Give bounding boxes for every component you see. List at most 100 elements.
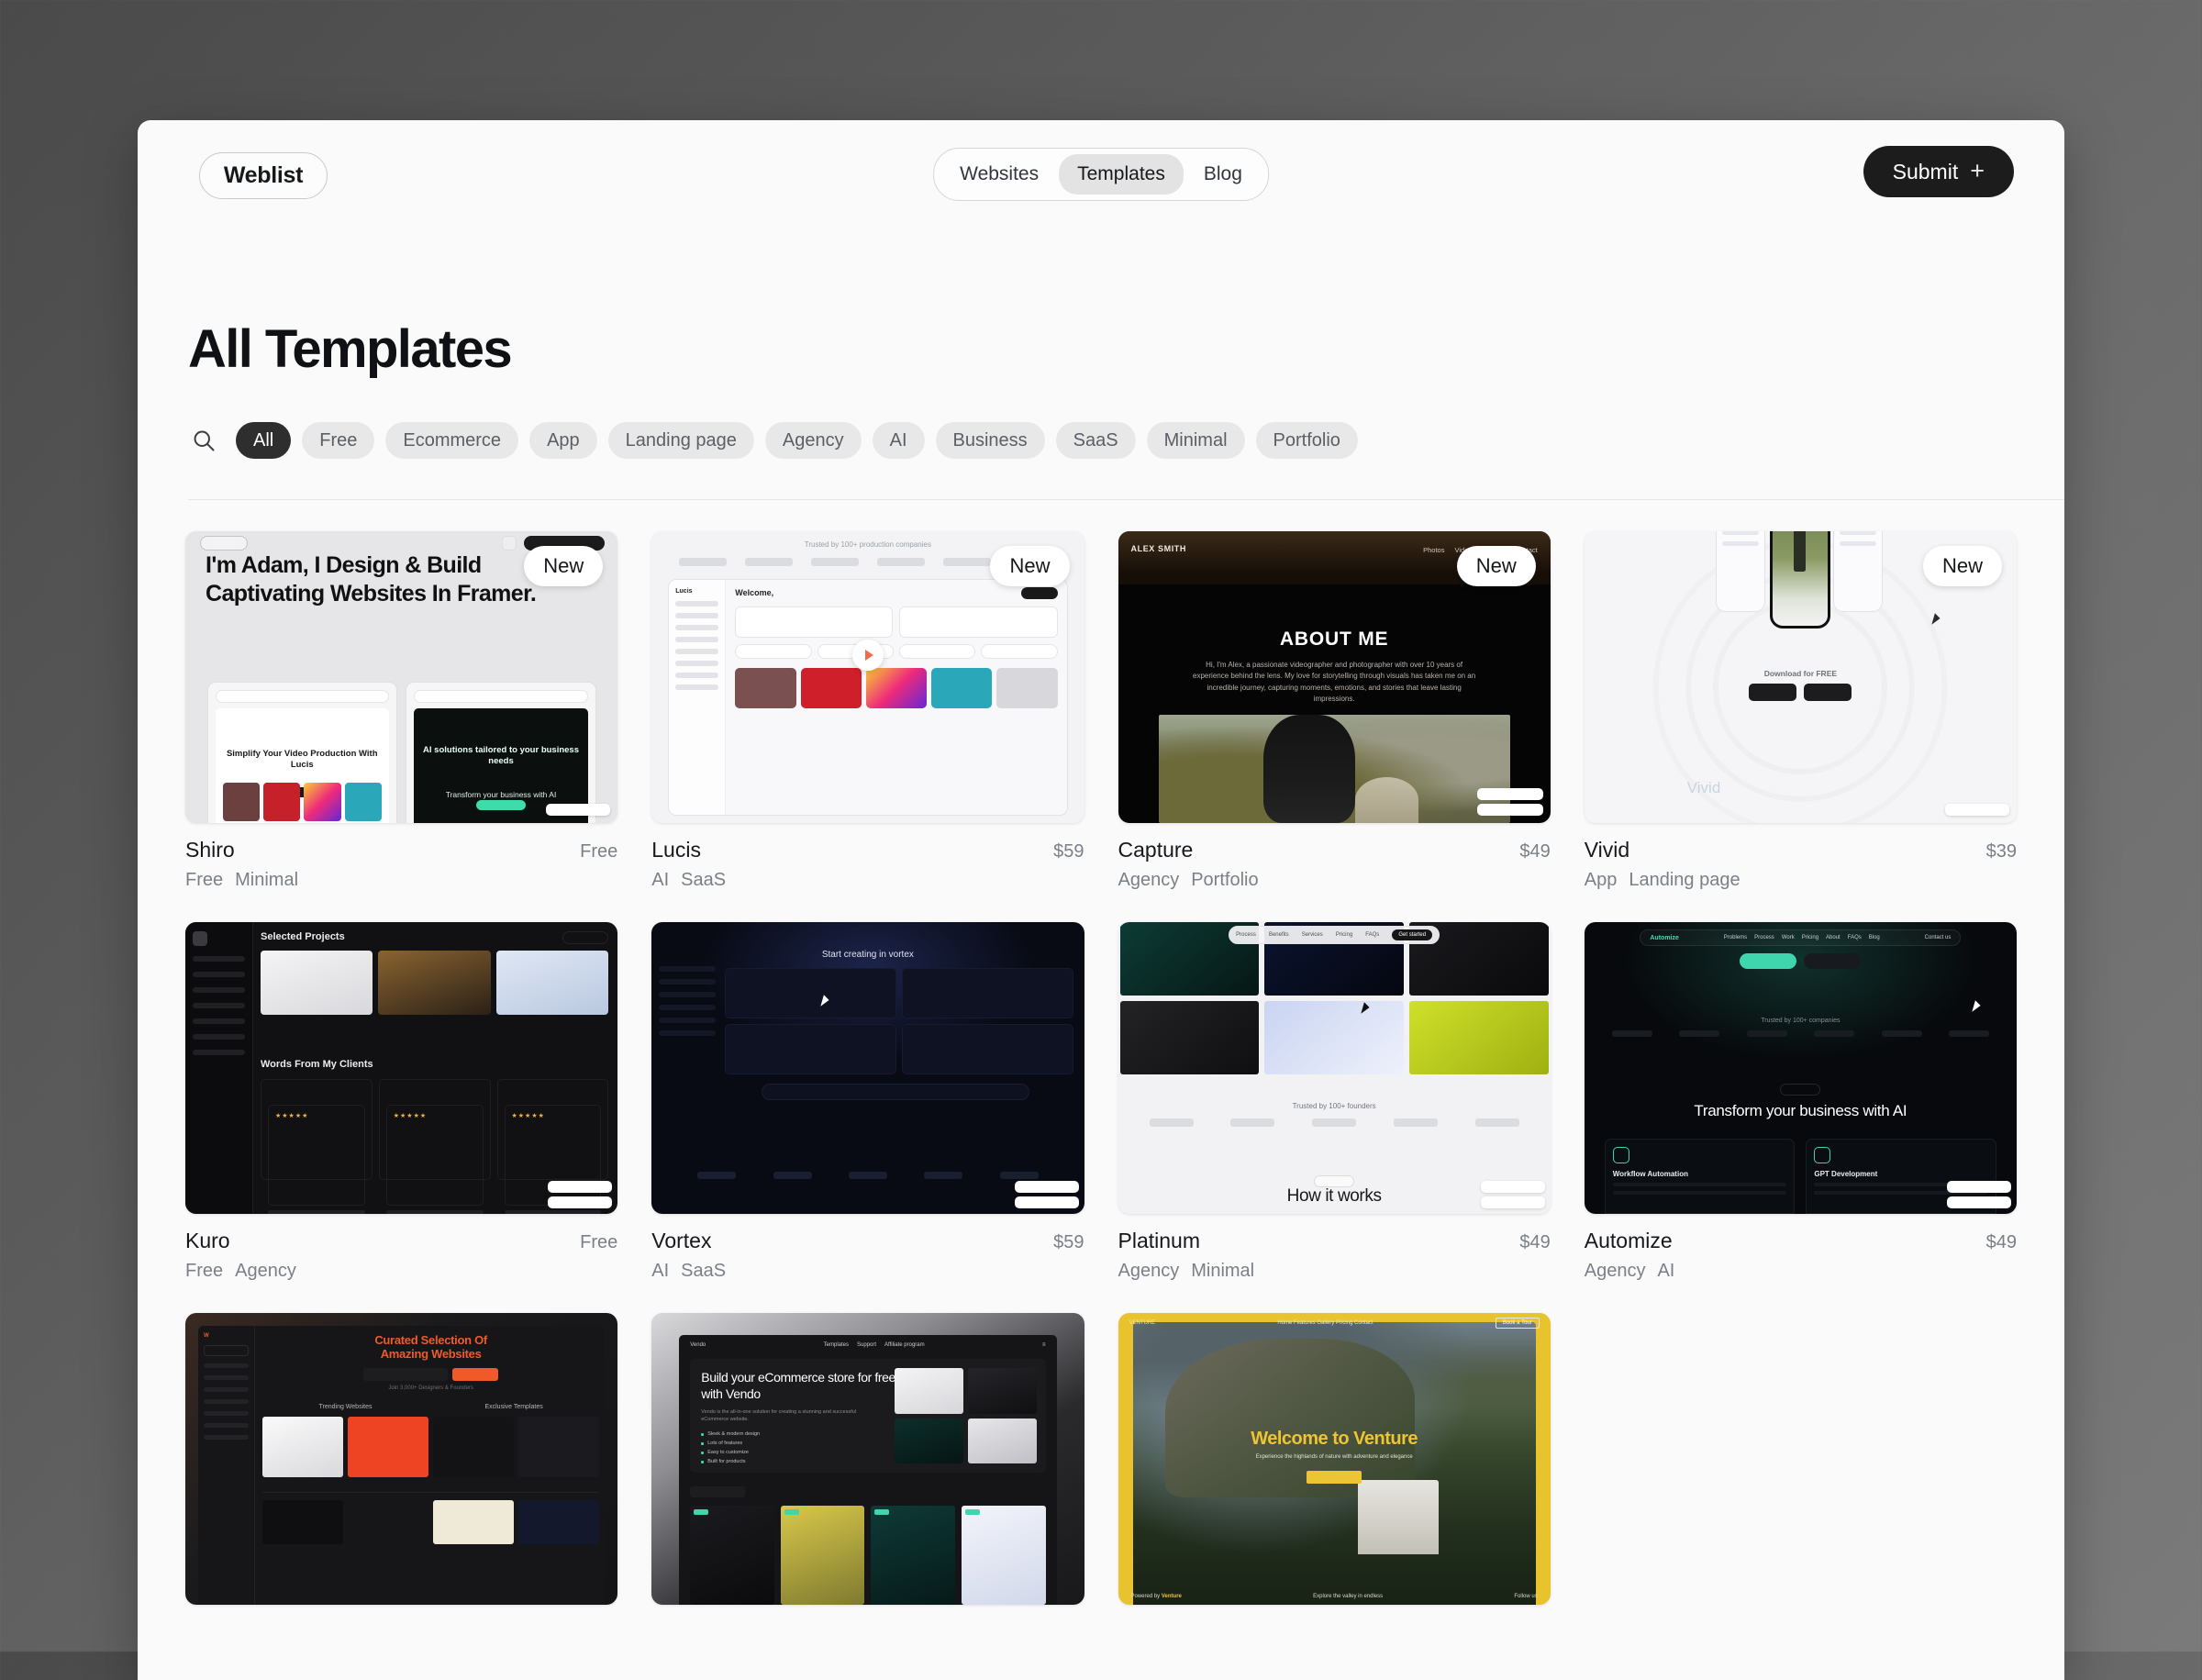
card-price: $59	[1053, 1232, 1084, 1253]
template-thumbnail[interactable]: VENTURE Home Features Gallery Pricing Co…	[1118, 1313, 1551, 1605]
template-thumbnail[interactable]: Start creating in vortex	[651, 922, 1084, 1214]
preview-square	[502, 536, 517, 551]
template-card-lucis[interactable]: New Trusted by 100+ production companies…	[651, 531, 1084, 891]
template-thumbnail[interactable]: New ALEX SMITH Photos Videos About Conta…	[1118, 531, 1551, 823]
template-card-vivid[interactable]: New Download for FREE	[1585, 531, 2017, 891]
buy-template-badge	[1015, 1181, 1079, 1193]
preview-tile	[1120, 1001, 1260, 1074]
preview-signup-row	[262, 1368, 599, 1381]
filter-chip-business[interactable]: Business	[936, 422, 1045, 459]
template-thumbnail[interactable]: Vendo Templates Support Affiliate progra…	[651, 1313, 1084, 1605]
preview-cta-button	[1307, 1471, 1362, 1484]
card-meta: Platinum $49	[1118, 1229, 1551, 1253]
preview-footer-buttons	[1015, 1181, 1079, 1208]
preview-logo	[1394, 1118, 1438, 1127]
template-card-row3-3[interactable]: VENTURE Home Features Gallery Pricing Co…	[1118, 1313, 1551, 1619]
preview-nav-item: Services	[1302, 932, 1323, 938]
filter-chip-app[interactable]: App	[529, 422, 597, 459]
template-thumbnail[interactable]: New Download for FREE	[1585, 531, 2017, 823]
template-card-shiro[interactable]: New I'm Adam, I Design & Build Captivati…	[185, 531, 617, 891]
preview-footer-buttons	[1477, 788, 1543, 816]
preview-card-grid	[725, 968, 1073, 1074]
preview-card	[725, 968, 896, 1018]
preview-line	[386, 1210, 484, 1214]
preview-nav-item	[659, 992, 716, 997]
brand-logo-weblist[interactable]: Weblist	[199, 152, 328, 199]
preview-subtext: Join 3,000+ Designers & Founders	[262, 1385, 599, 1391]
preview-nav-item: Affiliate program	[884, 1342, 925, 1348]
preview-logo: VENTURE	[1129, 1320, 1156, 1326]
preview-sidebar-title: Lucis	[675, 588, 718, 595]
preview-cta-secondary	[1804, 953, 1861, 969]
preview-footer-buttons	[1947, 1181, 2011, 1208]
preview-logo	[1747, 1030, 1787, 1037]
template-card-kuro[interactable]: Selected Projects Words From My Clients …	[185, 922, 617, 1282]
preview-sidebar	[185, 922, 253, 1214]
preview-logo	[1000, 1172, 1039, 1179]
preview-nav-item	[675, 673, 718, 678]
preview-footer-left-accent: Venture	[1162, 1594, 1182, 1599]
nav-item-blog[interactable]: Blog	[1185, 154, 1261, 195]
preview-chip	[899, 644, 975, 659]
filter-chip-agency[interactable]: Agency	[765, 422, 862, 459]
preview-nav-item	[659, 966, 716, 972]
filter-chip-saas[interactable]: SaaS	[1056, 422, 1136, 459]
preview-logo	[877, 558, 925, 566]
preview-logo	[773, 1172, 812, 1179]
search-icon[interactable]	[188, 425, 219, 456]
preview-logo	[1230, 1118, 1274, 1127]
preview-logo	[1475, 1118, 1519, 1127]
preview-nav-item: Support	[857, 1342, 876, 1348]
template-thumbnail[interactable]: W Curated Selection Of Amazing Websi	[185, 1313, 617, 1605]
filter-chip-landing-page[interactable]: Landing page	[608, 422, 754, 459]
filter-chip-ecommerce[interactable]: Ecommerce	[385, 422, 518, 459]
preview-logo-row	[1612, 1030, 1989, 1038]
preview-logo: Vendo	[690, 1342, 706, 1348]
preview-logo	[679, 558, 727, 566]
template-thumbnail[interactable]: Selected Projects Words From My Clients …	[185, 922, 617, 1214]
preview-card-row	[735, 606, 1057, 638]
preview-nav-item	[675, 601, 718, 606]
preview-trusted-text: Trusted by 100+ companies	[1585, 1018, 2017, 1024]
template-card-row3-1[interactable]: W Curated Selection Of Amazing Websi	[185, 1313, 617, 1619]
preview-testimonial: ★★★★★	[261, 1079, 373, 1180]
template-card-capture[interactable]: New ALEX SMITH Photos Videos About Conta…	[1118, 531, 1551, 891]
play-icon[interactable]	[852, 640, 884, 671]
filter-chip-portfolio[interactable]: Portfolio	[1256, 422, 1358, 459]
preview-card	[871, 1506, 955, 1605]
template-thumbnail[interactable]: New Trusted by 100+ production companies…	[651, 531, 1084, 823]
template-thumbnail[interactable]: Process Benefits Services Pricing FAQs G…	[1118, 922, 1551, 1214]
preview-tile	[735, 668, 795, 708]
nav-item-websites[interactable]: Websites	[941, 154, 1057, 195]
preview-nav-item	[675, 637, 718, 642]
preview-logo: Automize	[1650, 935, 1679, 941]
preview-template-strip	[735, 668, 1057, 708]
template-card-platinum[interactable]: Process Benefits Services Pricing FAQs G…	[1118, 922, 1551, 1282]
submit-button[interactable]: Submit +	[1863, 146, 2014, 197]
template-thumbnail[interactable]: New I'm Adam, I Design & Build Captivati…	[185, 531, 617, 823]
preview-logo	[1679, 1030, 1719, 1037]
template-card-automize[interactable]: Automize Problems Process Work Pricing A…	[1585, 922, 2017, 1282]
preview-sidebar: Lucis	[669, 580, 726, 815]
template-thumbnail[interactable]: Automize Problems Process Work Pricing A…	[1585, 922, 2017, 1214]
preview-label-2: Exclusive Templates	[484, 1404, 542, 1410]
preview-tile	[262, 1417, 343, 1477]
card-tag: Free	[185, 1261, 223, 1282]
filter-chip-all[interactable]: All	[236, 422, 291, 459]
nav-item-templates[interactable]: Templates	[1059, 154, 1184, 195]
card-title: Automize	[1585, 1229, 1673, 1253]
filter-chip-free[interactable]: Free	[302, 422, 374, 459]
template-card-vortex[interactable]: Start creating in vortex	[651, 922, 1084, 1282]
app-window: Weblist Websites Templates Blog Submit +…	[138, 120, 2064, 1680]
preview-browser-bar	[414, 690, 587, 703]
card-price: $49	[1519, 1232, 1550, 1253]
preview-thumb	[345, 783, 382, 821]
preview-nav-item	[659, 979, 716, 985]
preview-logo	[1882, 1030, 1922, 1037]
filter-chip-ai[interactable]: AI	[873, 422, 925, 459]
card-tag: SaaS	[681, 1261, 726, 1282]
template-card-row3-2[interactable]: Vendo Templates Support Affiliate progra…	[651, 1313, 1084, 1619]
preview-main: Curated Selection Of Amazing Websites Jo…	[262, 1333, 599, 1605]
filter-chip-minimal[interactable]: Minimal	[1147, 422, 1245, 459]
buy-template-badge	[1947, 1181, 2011, 1193]
